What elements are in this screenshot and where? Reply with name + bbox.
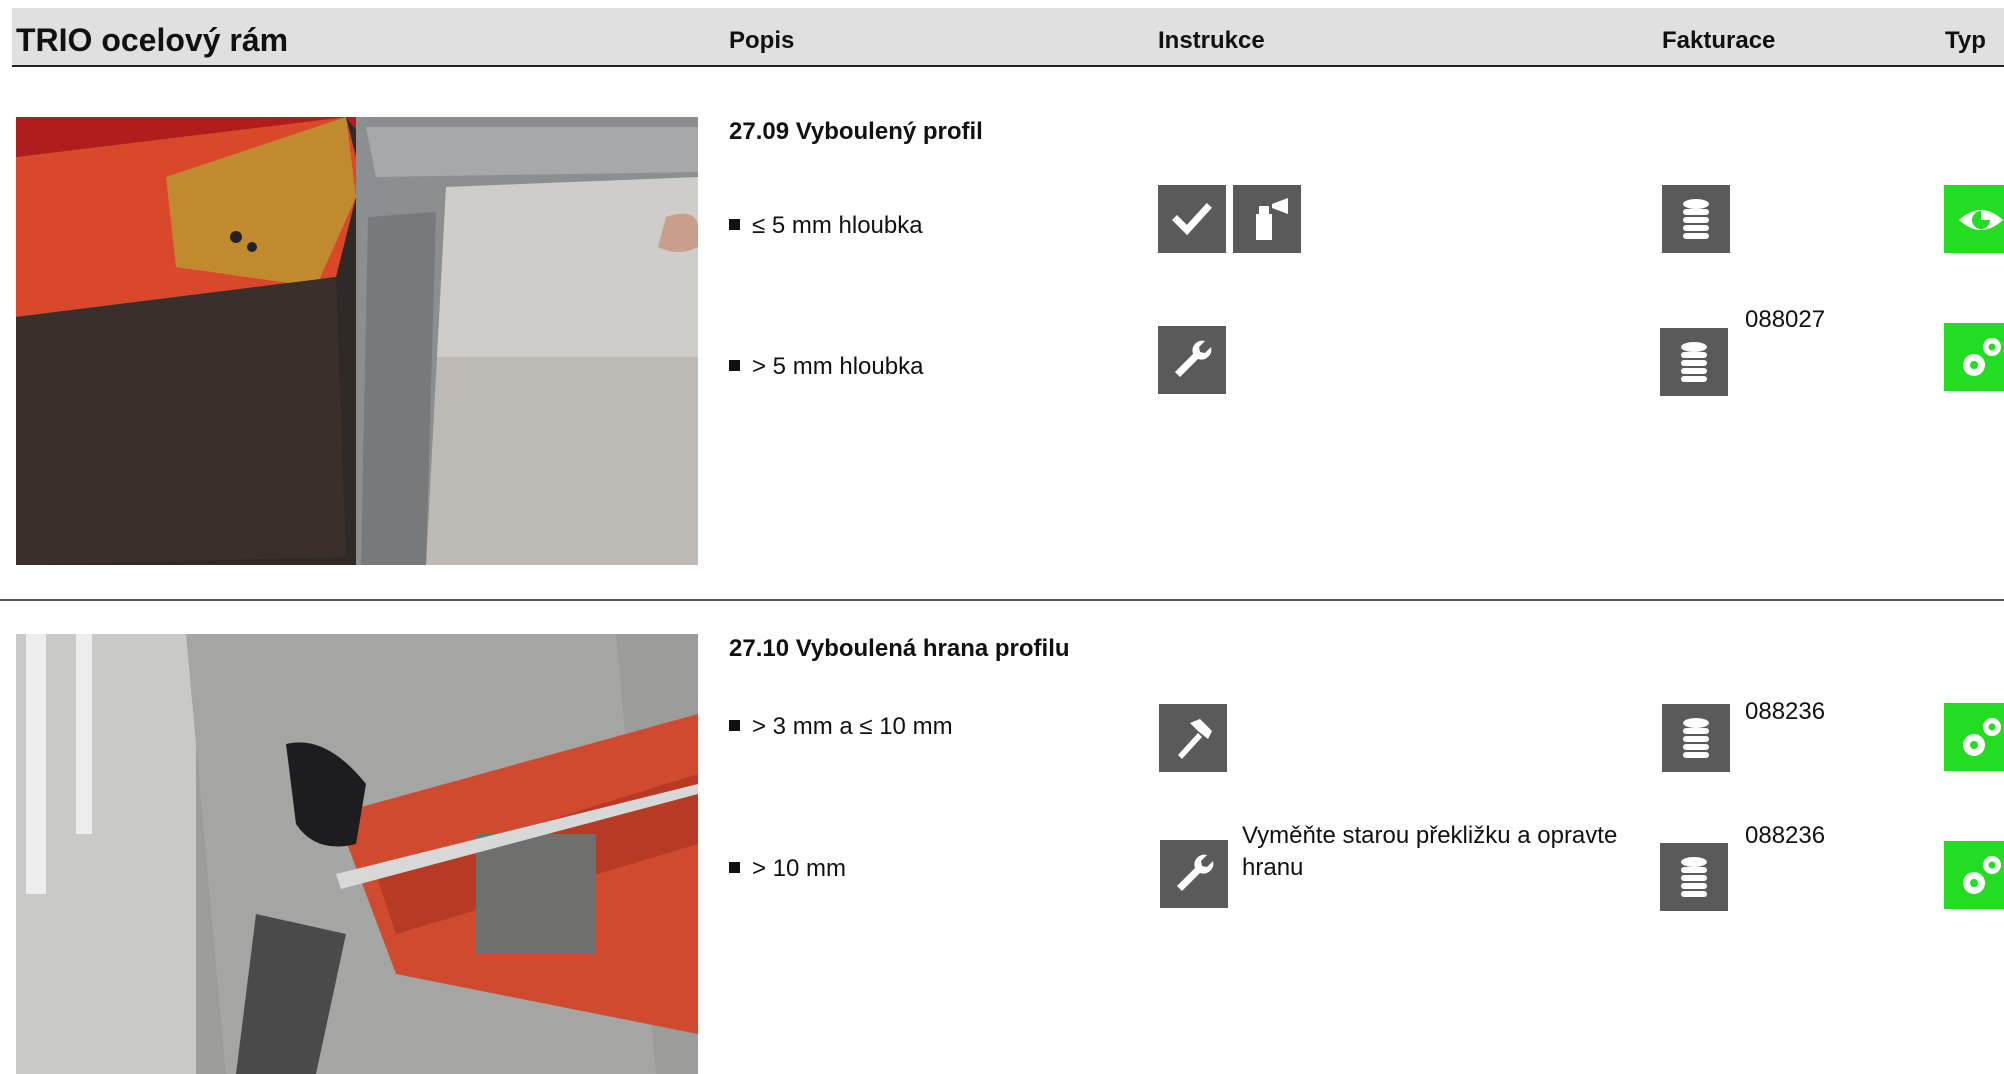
bullet	[729, 360, 740, 372]
coins-stack-icon	[1662, 704, 1730, 772]
check-icon	[1158, 185, 1226, 253]
table-header: TRIO ocelový rám Popis Instrukce Faktura…	[12, 8, 2004, 67]
billing-code: 088236	[1745, 698, 1826, 725]
row-description: > 5 mm hloubka	[752, 353, 924, 380]
wrench-icon	[1160, 840, 1228, 908]
list-item: > 3 mm a ≤ 10 mm	[729, 713, 953, 741]
row-description: > 3 mm a ≤ 10 mm	[752, 713, 953, 740]
coins-stack-icon	[1660, 328, 1728, 396]
column-header-typ: Typ	[1945, 27, 1986, 54]
bullet	[729, 219, 740, 231]
damage-photo-1	[16, 117, 698, 565]
eye-icon	[1944, 185, 2004, 253]
billing-code: 088027	[1745, 306, 1826, 333]
gears-icon	[1944, 841, 2004, 909]
gears-icon	[1944, 703, 2004, 771]
column-header-instrukce: Instrukce	[1158, 27, 1265, 54]
instruction-note: Vyměňte starou překližku a opravte hranu	[1242, 822, 1618, 881]
list-item: > 10 mm	[729, 855, 846, 883]
spray-can-icon	[1233, 185, 1301, 253]
coins-stack-icon	[1660, 843, 1728, 911]
section-title: 27.10 Vyboulená hrana profilu	[729, 635, 1070, 662]
row-description: ≤ 5 mm hloubka	[752, 212, 923, 239]
column-header-popis: Popis	[729, 27, 795, 54]
coins-stack-icon	[1662, 185, 1730, 253]
list-item: ≤ 5 mm hloubka	[729, 212, 923, 240]
gears-icon	[1944, 323, 2004, 391]
bullet	[729, 862, 740, 874]
row-description: > 10 mm	[752, 855, 847, 882]
list-item: > 5 mm hloubka	[729, 353, 923, 381]
billing-code: 088236	[1745, 822, 1826, 849]
section-title: 27.09 Vyboulený profil	[729, 118, 983, 145]
damage-photo-2	[16, 634, 698, 1074]
hammer-icon	[1159, 704, 1227, 772]
page-title: TRIO ocelový rám	[16, 22, 289, 58]
wrench-icon	[1158, 326, 1226, 394]
section-divider	[0, 599, 2004, 601]
column-header-fakturace: Fakturace	[1662, 27, 1776, 54]
bullet	[729, 720, 740, 732]
